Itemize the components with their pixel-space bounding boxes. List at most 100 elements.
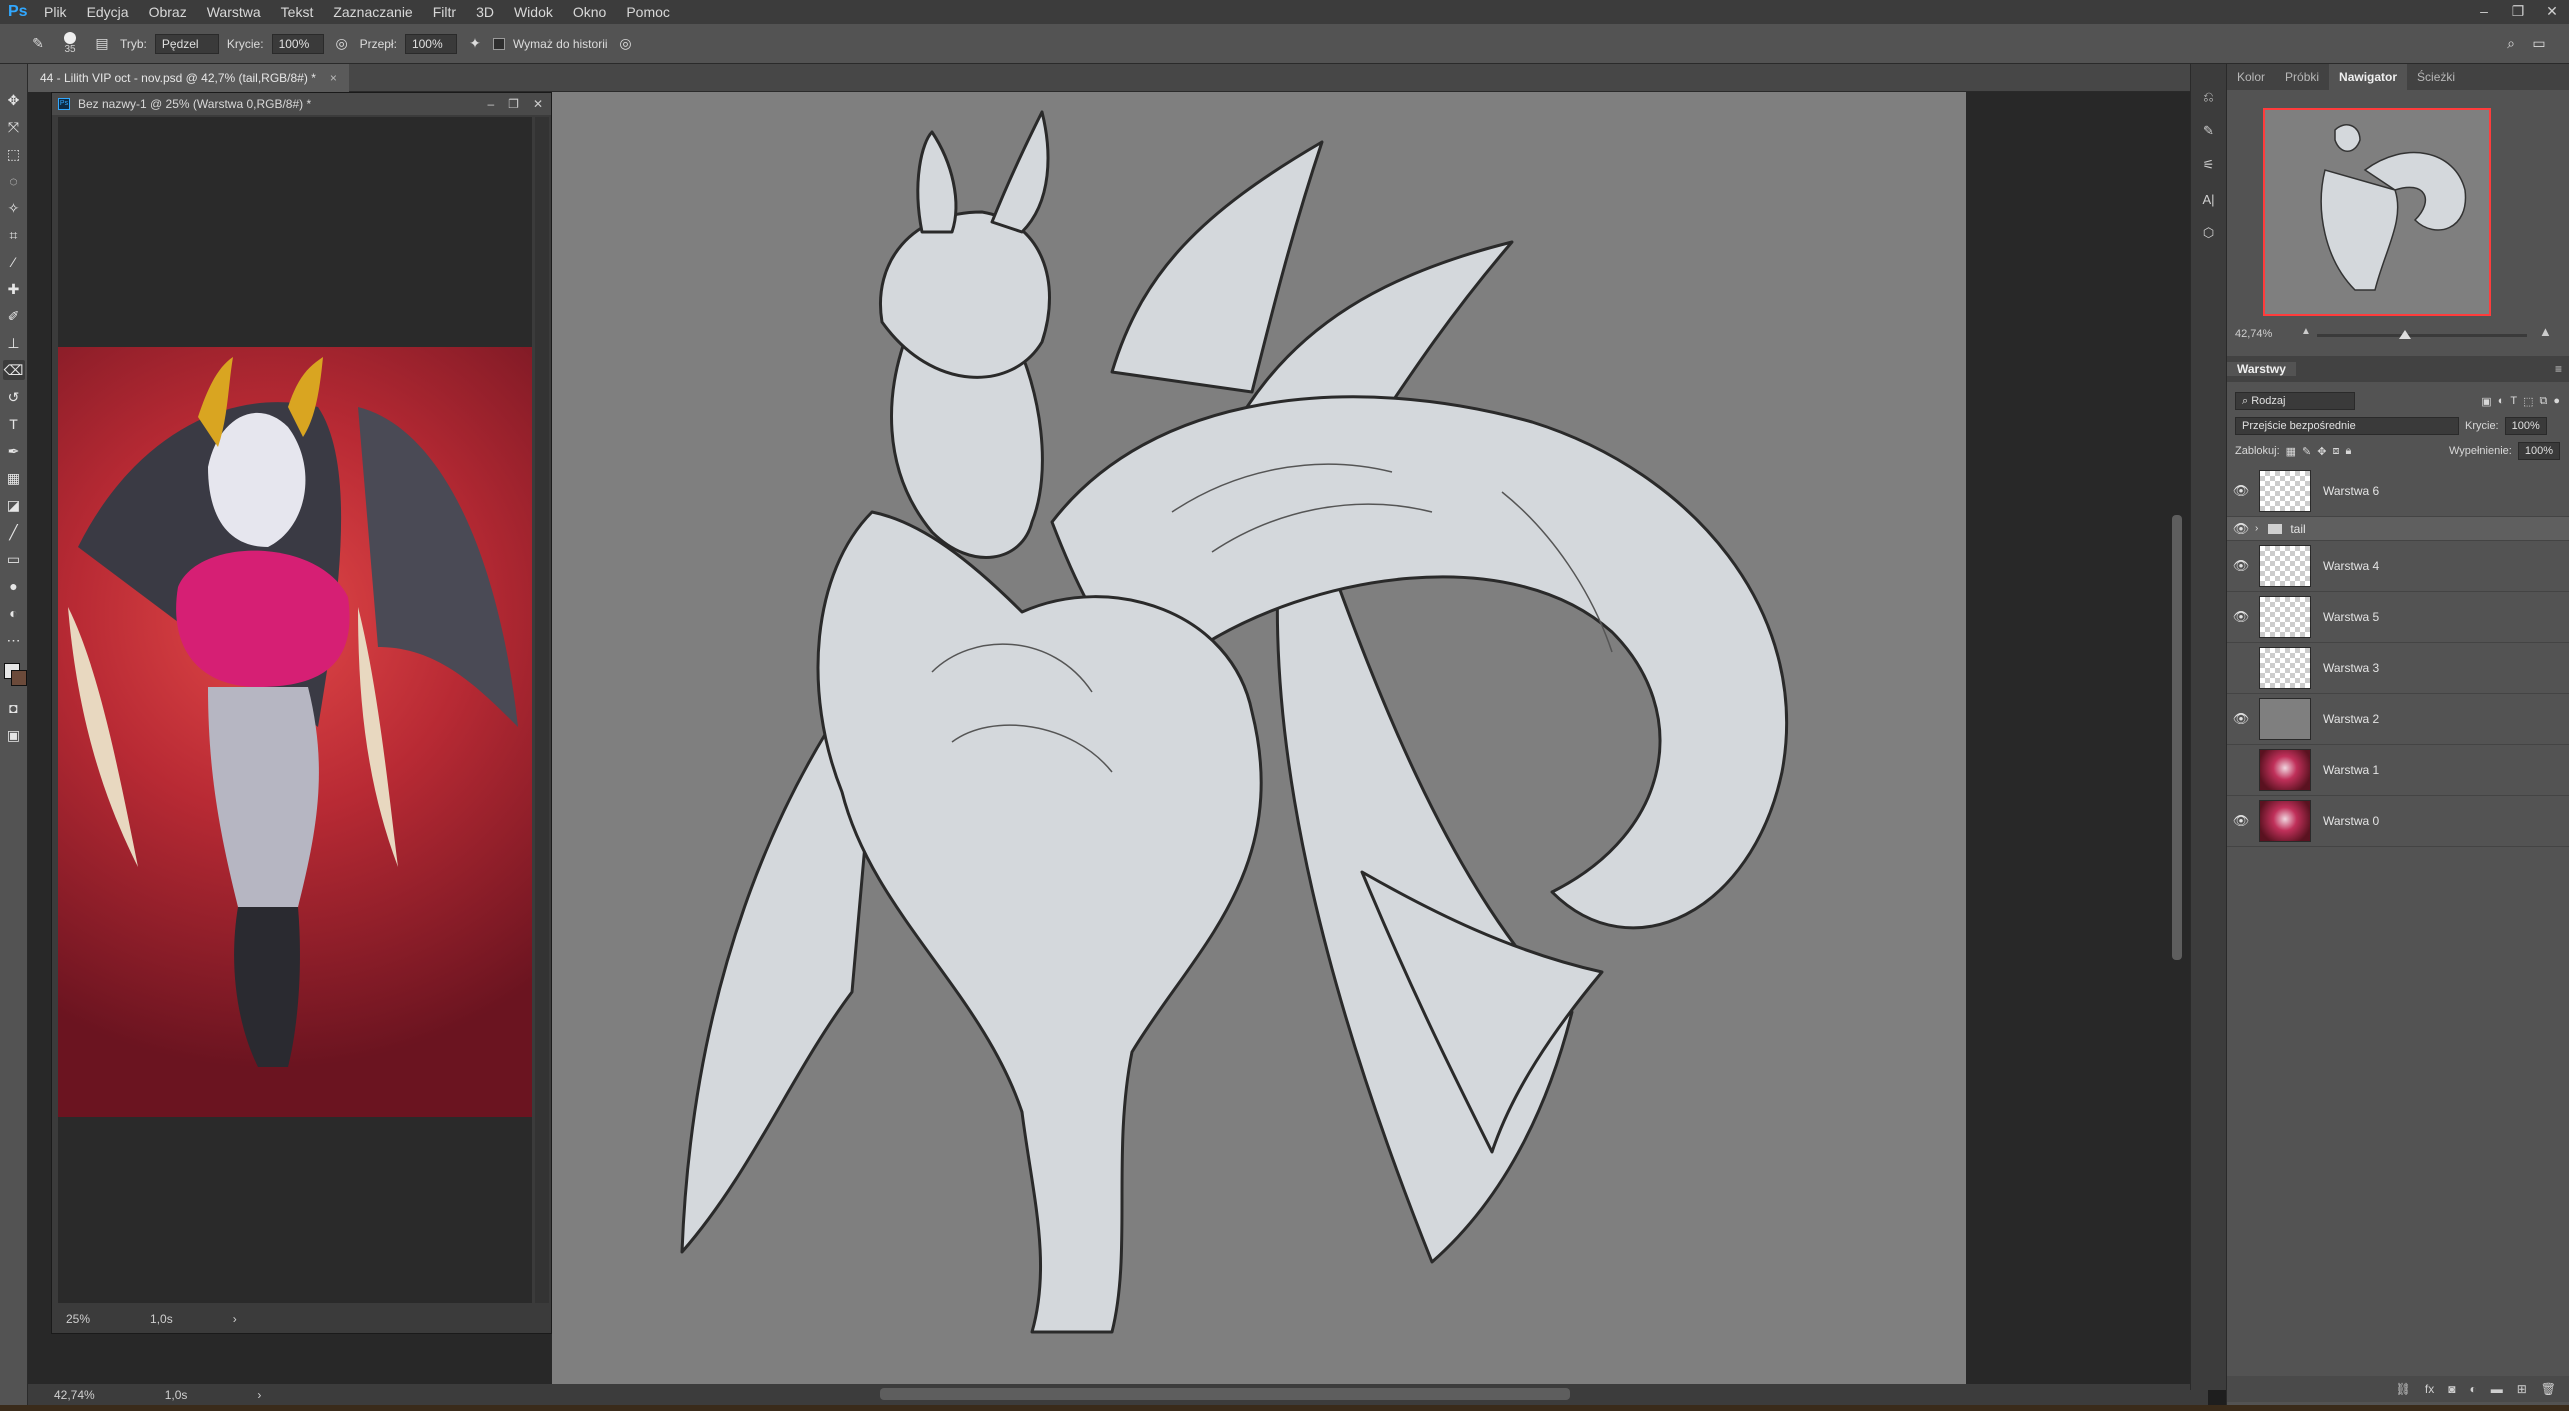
visibility-eye-icon[interactable]: 👁︎ xyxy=(2227,609,2255,625)
blend-mode-select[interactable]: Przejście bezpośrednie xyxy=(2235,417,2459,435)
color-swatches[interactable] xyxy=(2,661,27,691)
float-close-button[interactable]: ✕ xyxy=(533,97,543,111)
group-expand-icon[interactable]: › xyxy=(2255,523,2258,534)
gradient-tool-icon[interactable]: ▦ xyxy=(3,468,25,488)
visibility-eye-icon[interactable]: 👁︎ xyxy=(2227,483,2255,499)
screen-mode-icon[interactable]: ▣ xyxy=(3,725,25,745)
layer-row[interactable]: Warstwa 1 xyxy=(2227,745,2569,796)
layer-name[interactable]: Warstwa 3 xyxy=(2323,661,2379,675)
menu-file[interactable]: Plik xyxy=(34,4,77,20)
menu-layer[interactable]: Warstwa xyxy=(197,4,271,20)
lock-all-icon[interactable]: 🔒︎ xyxy=(2345,445,2351,458)
brush-preset-picker[interactable]: 35 xyxy=(56,32,84,55)
visibility-eye-icon[interactable]: 👁︎ xyxy=(2227,711,2255,727)
menu-select[interactable]: Zaznaczanie xyxy=(323,4,422,20)
zoom-level[interactable]: 42,74% xyxy=(54,1388,95,1402)
tab-paths[interactable]: Ścieżki xyxy=(2407,64,2465,90)
floating-vertical-scrollbar[interactable] xyxy=(535,117,549,1303)
navigator-slider-thumb[interactable] xyxy=(2399,330,2411,339)
stamp-tool-icon[interactable]: ⊥ xyxy=(3,333,25,353)
marquee-tool-icon[interactable]: ⬚ xyxy=(3,144,25,164)
quick-mask-icon[interactable]: ◘ xyxy=(3,698,25,718)
pressure-size-icon[interactable]: ◎ xyxy=(616,34,636,54)
dodge-tool-icon[interactable]: ◐ xyxy=(3,603,25,623)
background-color-swatch[interactable] xyxy=(10,670,27,686)
tab-swatches[interactable]: Próbki xyxy=(2275,64,2329,90)
tab-navigator[interactable]: Nawigator xyxy=(2329,64,2408,90)
menu-filter[interactable]: Filtr xyxy=(423,4,466,20)
filter-pixel-icon[interactable]: ▣ xyxy=(2481,395,2491,408)
close-tab-icon[interactable]: × xyxy=(330,71,337,85)
visibility-eye-icon[interactable]: 👁︎ xyxy=(2227,813,2255,829)
adjustments-icon[interactable]: ⚟ xyxy=(2198,154,2220,176)
menu-window[interactable]: Okno xyxy=(563,4,616,20)
menu-view[interactable]: Widok xyxy=(504,4,563,20)
filter-type-icon[interactable]: T xyxy=(2510,395,2517,407)
history-panel-icon[interactable]: ⎌ xyxy=(2198,86,2220,108)
lock-transparency-icon[interactable]: ▦ xyxy=(2286,445,2296,458)
layer-style-icon[interactable]: fx xyxy=(2425,1382,2434,1396)
layer-name[interactable]: Warstwa 6 xyxy=(2323,484,2379,498)
brush-tool-icon[interactable]: ✐ xyxy=(3,306,25,326)
restore-button[interactable]: ❐ xyxy=(2501,0,2535,22)
brush-presets-icon[interactable]: ✎ xyxy=(2198,120,2220,142)
delete-layer-icon[interactable]: 🗑︎ xyxy=(2541,1382,2556,1396)
blur-tool-icon[interactable]: ● xyxy=(3,576,25,596)
lock-position-icon[interactable]: ✥ xyxy=(2317,445,2326,458)
history-brush-tool-icon[interactable]: ↺ xyxy=(3,387,25,407)
document-canvas[interactable] xyxy=(552,92,1966,1388)
layer-row[interactable]: 👁︎ Warstwa 6 xyxy=(2227,466,2569,517)
mode-select[interactable]: Pędzel xyxy=(154,33,219,54)
menu-image[interactable]: Obraz xyxy=(139,4,197,20)
line-tool-icon[interactable]: ╱ xyxy=(3,522,25,542)
filter-smart-object-icon[interactable]: ⧉ xyxy=(2539,395,2547,408)
filter-adjustment-icon[interactable]: ◐ xyxy=(2498,395,2505,407)
layer-row[interactable]: 👁︎ Warstwa 2 xyxy=(2227,694,2569,745)
paint-bucket-tool-icon[interactable]: ◪ xyxy=(3,495,25,515)
layer-fill-field[interactable]: 100% xyxy=(2517,442,2560,460)
brush-panel-icon[interactable]: ▤ xyxy=(92,34,112,54)
layer-name[interactable]: Warstwa 1 xyxy=(2323,763,2379,777)
zoom-out-icon[interactable]: ▲ xyxy=(2301,326,2311,337)
opacity-field[interactable]: 100% xyxy=(271,33,324,54)
floating-window-titlebar[interactable]: Ps Bez nazwy-1 @ 25% (Warstwa 0,RGB/8#) … xyxy=(52,93,551,115)
link-layers-icon[interactable]: ⛓︎ xyxy=(2396,1382,2411,1396)
horizontal-scrollbar-thumb[interactable] xyxy=(880,1388,1570,1400)
tab-layers[interactable]: Warstwy xyxy=(2227,362,2296,376)
layer-name[interactable]: Warstwa 5 xyxy=(2323,610,2379,624)
character-panel-icon[interactable]: A| xyxy=(2198,188,2220,210)
navigator-preview[interactable] xyxy=(2263,108,2491,316)
new-group-icon[interactable]: ▬ xyxy=(2491,1382,2503,1396)
lock-artboard-icon[interactable]: ⧈ xyxy=(2332,445,2339,458)
layer-row[interactable]: 👁︎ Warstwa 0 xyxy=(2227,796,2569,847)
crop-tool-icon[interactable]: ⌗ xyxy=(3,225,25,245)
lasso-tool-icon[interactable]: ◌ xyxy=(3,171,25,191)
flow-field[interactable]: 100% xyxy=(404,33,457,54)
eraser-tool-preset-icon[interactable]: ✎ xyxy=(28,34,48,54)
document-tab[interactable]: 44 - Lilith VIP oct - nov.psd @ 42,7% (t… xyxy=(28,64,349,92)
more-tools-icon[interactable]: ⋯ xyxy=(3,630,25,650)
visibility-eye-icon[interactable]: 👁︎ xyxy=(2227,521,2255,537)
eraser-tool-icon[interactable]: ⌫ xyxy=(2,360,25,380)
layer-name[interactable]: Warstwa 2 xyxy=(2323,712,2379,726)
pressure-opacity-icon[interactable]: ◎ xyxy=(332,34,352,54)
float-minimize-button[interactable]: – xyxy=(487,97,494,111)
floating-status-arrow-icon[interactable]: › xyxy=(233,1312,237,1326)
magic-wand-tool-icon[interactable]: ✧ xyxy=(3,198,25,218)
layer-row[interactable]: Warstwa 3 xyxy=(2227,643,2569,694)
minimize-button[interactable]: – xyxy=(2467,0,2501,22)
airbrush-icon[interactable]: ✦ xyxy=(465,34,485,54)
add-mask-icon[interactable]: ◙ xyxy=(2448,1382,2455,1396)
erase-history-checkbox[interactable] xyxy=(492,37,505,50)
workspace-icon[interactable]: ▭ xyxy=(2529,34,2549,54)
layer-name[interactable]: tail xyxy=(2290,522,2305,536)
close-button[interactable]: ✕ xyxy=(2535,0,2569,22)
type-tool-icon[interactable]: T xyxy=(3,414,25,434)
visibility-eye-icon[interactable]: 👁︎ xyxy=(2227,558,2255,574)
tab-color[interactable]: Kolor xyxy=(2227,64,2275,90)
healing-brush-tool-icon[interactable]: ✚ xyxy=(3,279,25,299)
menu-help[interactable]: Pomoc xyxy=(616,4,680,20)
status-arrow-icon[interactable]: › xyxy=(257,1388,261,1402)
layer-name[interactable]: Warstwa 0 xyxy=(2323,814,2379,828)
menu-edit[interactable]: Edycja xyxy=(77,4,139,20)
